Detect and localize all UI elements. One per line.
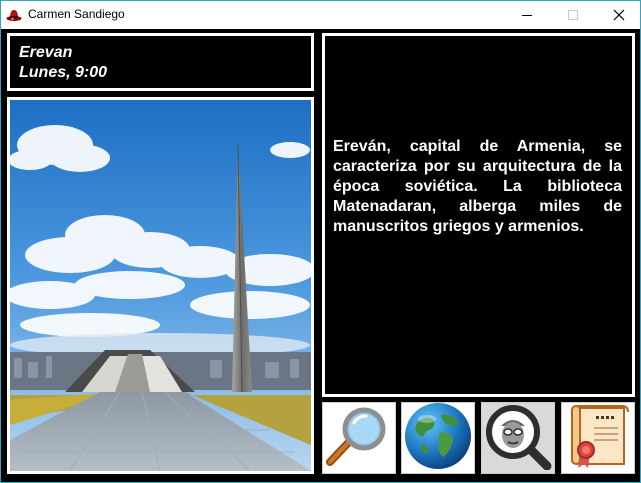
magnifying-glass-icon (326, 405, 392, 472)
day-time: Lunes, 9:00 (19, 64, 108, 81)
globe-icon (403, 401, 473, 476)
minimize-button[interactable] (504, 1, 550, 29)
investigate-button[interactable] (322, 402, 396, 474)
city-name: Erevan (19, 44, 73, 61)
travel-button[interactable] (401, 402, 475, 474)
suspect-search-icon (483, 402, 553, 475)
carmen-hat-icon (6, 7, 22, 23)
game-area: Erevan Lunes, 9:00 Ereván, capital de Ar… (1, 29, 640, 482)
city-description: Ereván, capital de Armenia, se caracteri… (333, 138, 622, 235)
city-photo (7, 97, 314, 474)
title-bar[interactable]: Carmen Sandiego (1, 1, 640, 29)
suspects-button[interactable] (481, 402, 555, 474)
warrant-certificate-icon (564, 402, 632, 475)
close-button[interactable] (596, 1, 641, 29)
app-window: Carmen Sandiego Erevan Lunes, 9:00 Erevá… (0, 0, 641, 483)
description-panel: Ereván, capital de Armenia, se caracteri… (322, 33, 635, 397)
maximize-icon (567, 9, 579, 21)
minimize-icon (521, 9, 533, 21)
window-title: Carmen Sandiego (28, 7, 125, 21)
close-icon (613, 9, 625, 21)
location-panel: Erevan Lunes, 9:00 (7, 33, 314, 91)
warrant-button[interactable] (561, 402, 635, 474)
maximize-button[interactable] (550, 1, 596, 29)
